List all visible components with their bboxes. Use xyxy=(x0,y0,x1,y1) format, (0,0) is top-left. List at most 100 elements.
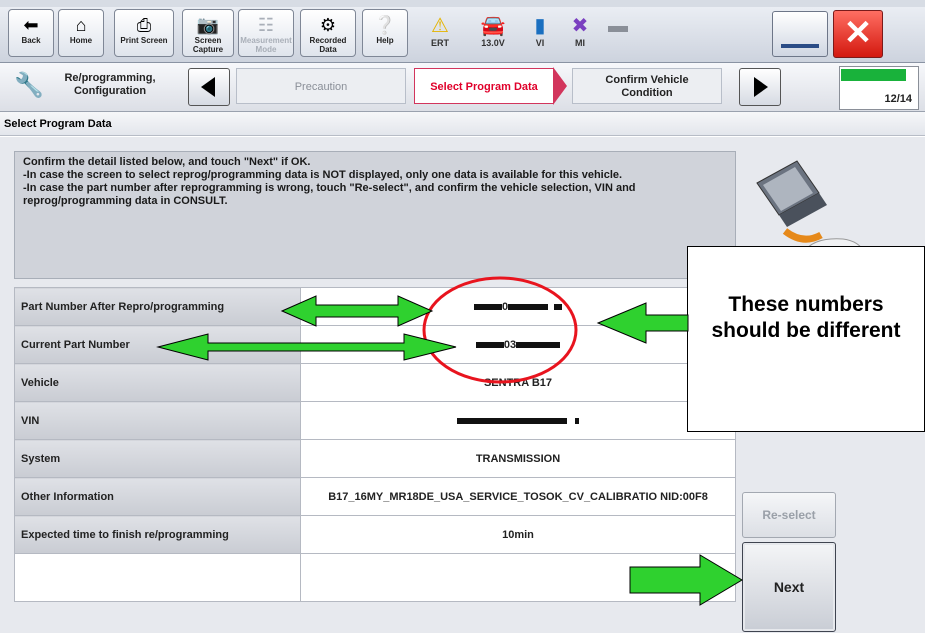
instruction-line: Confirm the detail listed below, and tou… xyxy=(23,156,311,168)
table-row: Part Number After Repro/programming 0 xyxy=(14,287,736,326)
battery-status: 🚘 13.0V xyxy=(470,14,516,54)
prev-step-button[interactable] xyxy=(188,68,230,106)
instruction-line: -In case the part number after reprogram… xyxy=(23,182,636,207)
row-key: Vehicle xyxy=(14,363,301,402)
mi-status: ✖ MI xyxy=(562,14,598,54)
step-progress: 12/14 xyxy=(839,66,919,110)
row-value-empty xyxy=(300,553,736,602)
right-triangle-icon xyxy=(754,77,768,97)
help-label: Help xyxy=(376,36,394,45)
redaction-mark xyxy=(475,341,504,348)
row-value: SENTRA B17 xyxy=(300,363,736,402)
step-confirm-label: Confirm Vehicle Condition xyxy=(605,74,689,99)
row-key: Current Part Number xyxy=(14,325,301,364)
home-icon: ⌂ xyxy=(75,15,87,35)
redaction-mark xyxy=(457,417,567,424)
print-screen-button[interactable]: ⎙ Print Screen xyxy=(114,9,174,57)
redaction-mark xyxy=(508,303,549,310)
toolbar: ⬅ Back ⌂ Home ⎙ Print Screen 📷 Screen Ca… xyxy=(0,0,925,63)
instruction-line: -In case the screen to select reprog/pro… xyxy=(23,169,623,181)
row-key: Part Number After Repro/programming xyxy=(14,287,301,326)
row-value: 03 xyxy=(300,325,736,364)
table-row: Current Part Number 03 xyxy=(14,325,736,364)
page-title: Select Program Data xyxy=(0,112,925,136)
vi-label: VI xyxy=(535,38,545,48)
redaction-mark xyxy=(575,417,579,424)
warning-icon: ⚠ xyxy=(431,15,449,37)
step-select-program-data-label: Select Program Data xyxy=(430,81,538,93)
crumb-reprogramming-label: Re/programming, Configuration xyxy=(64,72,156,97)
step-precaution: Precaution xyxy=(236,68,406,104)
crumb-reprogramming[interactable]: 🔧 Re/programming, Configuration xyxy=(8,67,183,105)
callout-box: These numbers should be different xyxy=(687,246,925,432)
table-row: Other Information B17_16MY_MR18DE_USA_SE… xyxy=(14,477,736,516)
table-row: Vehicle SENTRA B17 xyxy=(14,363,736,402)
voltage-label: 13.0V xyxy=(481,38,505,48)
screen-capture-label: Screen Capture xyxy=(192,36,224,54)
signal-icon: ▮ xyxy=(534,15,546,37)
back-arrow-icon: ⬅ xyxy=(23,15,39,35)
row-key: System xyxy=(14,439,301,478)
back-label: Back xyxy=(21,36,41,45)
close-button[interactable]: ✕ xyxy=(833,10,883,58)
table-row: Expected time to finish re/programming 1… xyxy=(14,515,736,554)
measurement-mode-button[interactable]: ☷ Measurement Mode xyxy=(238,9,294,57)
home-label: Home xyxy=(69,36,93,45)
row-key: Other Information xyxy=(14,477,301,516)
redaction-mark xyxy=(473,303,502,310)
redaction-mark xyxy=(554,303,563,310)
minimize-button[interactable] xyxy=(772,11,828,57)
ert-status[interactable]: ⚠ ERT xyxy=(418,14,462,54)
reselect-button[interactable]: Re-select xyxy=(742,492,836,538)
row-value: B17_16MY_MR18DE_USA_SERVICE_TOSOK_CV_CAL… xyxy=(300,477,736,516)
progress-bar-fill xyxy=(841,69,906,81)
row-key: VIN xyxy=(14,401,301,440)
program-data-table: Part Number After Repro/programming 0 Cu… xyxy=(14,287,736,602)
recorded-data-button[interactable]: ⚙ Recorded Data xyxy=(300,9,356,57)
redaction-mark xyxy=(516,341,561,348)
ert-label: ERT xyxy=(431,38,449,48)
camera-icon: 📷 xyxy=(196,15,220,35)
vi-status: ▮ VI xyxy=(522,14,558,54)
active-step-arrow xyxy=(553,67,567,105)
row-value: 10min xyxy=(300,515,736,554)
left-triangle-icon xyxy=(201,77,215,97)
close-icon: ✕ xyxy=(843,14,873,52)
measurement-icon: ☷ xyxy=(257,15,275,35)
minimize-bar xyxy=(781,44,819,48)
row-value: TRANSMISSION xyxy=(300,439,736,478)
recorded-data-label: Recorded Data xyxy=(309,36,347,54)
help-button[interactable]: ❔ Help xyxy=(362,9,408,57)
table-row-blank xyxy=(14,553,736,602)
reprogramming-icon: 🔧 xyxy=(14,72,44,99)
top-strip xyxy=(0,0,925,7)
back-button[interactable]: ⬅ Back xyxy=(8,9,54,57)
table-row: VIN xyxy=(14,401,736,440)
next-step-button[interactable] xyxy=(739,68,781,106)
row-value xyxy=(300,401,736,440)
breadcrumb: 🔧 Re/programming, Configuration Precauti… xyxy=(0,63,925,112)
part-number-fragment: 03 xyxy=(503,338,517,351)
printer-icon: ⎙ xyxy=(136,15,152,35)
progress-label: 12/14 xyxy=(884,93,912,105)
screen-capture-button[interactable]: 📷 Screen Capture xyxy=(182,9,234,57)
next-button[interactable]: Next xyxy=(742,542,836,632)
consult-window: ⬅ Back ⌂ Home ⎙ Print Screen 📷 Screen Ca… xyxy=(0,0,925,633)
instructions-box: Confirm the detail listed below, and tou… xyxy=(14,151,736,279)
step-confirm-vehicle-condition: Confirm Vehicle Condition xyxy=(572,68,722,104)
row-key: Expected time to finish re/programming xyxy=(14,515,301,554)
car-battery-icon: 🚘 xyxy=(480,15,506,37)
recorded-data-icon: ⚙ xyxy=(319,15,337,35)
help-icon: ❔ xyxy=(373,15,397,35)
table-row: System TRANSMISSION xyxy=(14,439,736,478)
step-precaution-label: Precaution xyxy=(294,81,348,93)
mi-label: MI xyxy=(575,38,585,48)
print-screen-label: Print Screen xyxy=(120,36,168,45)
row-value: 0 xyxy=(300,287,736,326)
row-key-empty xyxy=(14,553,301,602)
home-button[interactable]: ⌂ Home xyxy=(58,9,104,57)
step-select-program-data: Select Program Data xyxy=(414,68,554,104)
mi-x-icon: ✖ xyxy=(571,15,589,37)
device-icon: ▬ xyxy=(608,15,628,37)
measurement-mode-label: Measurement Mode xyxy=(240,36,292,54)
